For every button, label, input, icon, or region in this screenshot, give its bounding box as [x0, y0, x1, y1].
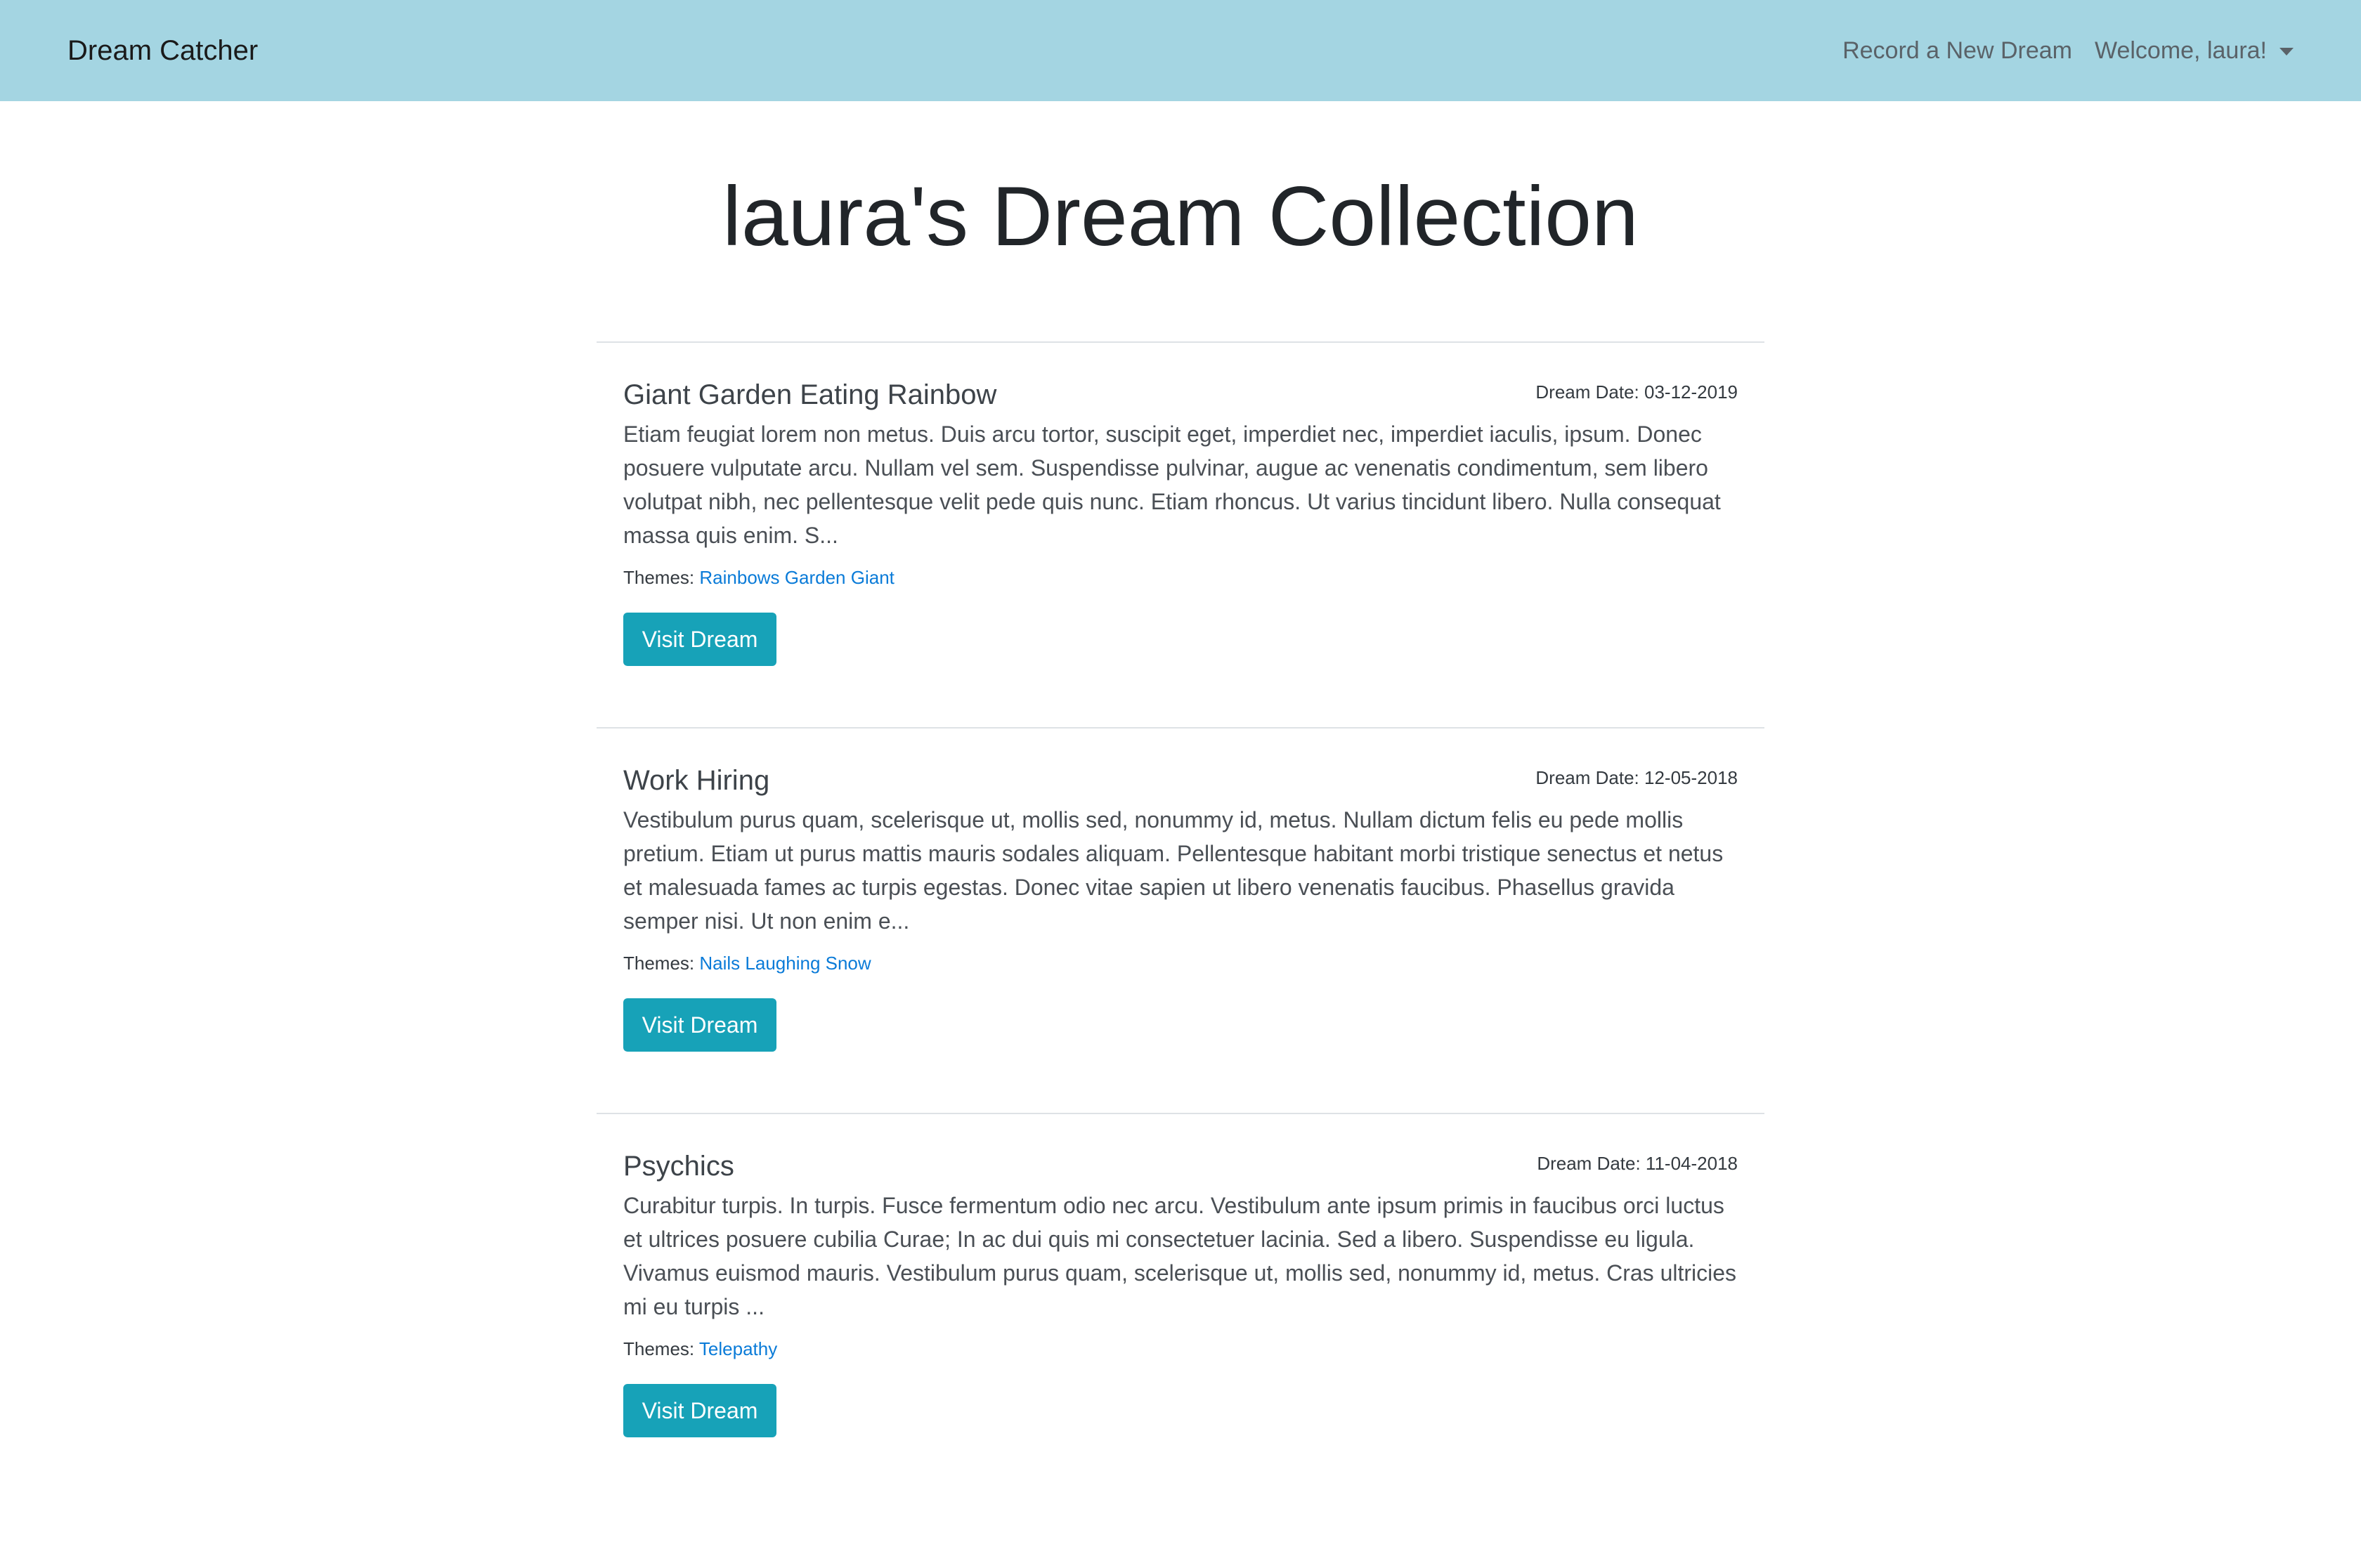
dream-card: Giant Garden Eating Rainbow Dream Date: …: [597, 341, 1764, 727]
visit-dream-button[interactable]: Visit Dream: [623, 1384, 776, 1437]
dream-excerpt: Etiam feugiat lorem non metus. Duis arcu…: [623, 422, 1721, 548]
brand-link[interactable]: Dream Catcher: [67, 31, 258, 70]
page-title: laura's Dream Collection: [722, 169, 1639, 263]
themes-label: Themes:: [623, 567, 695, 588]
chevron-down-icon: [2279, 47, 2294, 55]
dream-themes: Themes: Nails Laughing Snow: [623, 950, 871, 976]
dream-card: Psychics Dream Date: 11-04-2018 Curabitu…: [597, 1113, 1764, 1498]
navbar-right: Record a New Dream Welcome, laura!: [1842, 31, 2294, 70]
dream-title: Work Hiring: [623, 765, 770, 796]
dream-excerpt: Curabitur turpis. In turpis. Fusce ferme…: [623, 1193, 1737, 1319]
navbar: Dream Catcher Record a New Dream Welcome…: [0, 0, 2361, 101]
visit-dream-button[interactable]: Visit Dream: [623, 998, 776, 1052]
visit-dream-button[interactable]: Visit Dream: [623, 613, 776, 666]
theme-links[interactable]: Nails Laughing Snow: [699, 953, 871, 974]
dream-date: Dream Date: 03-12-2019: [1535, 381, 1738, 403]
welcome-label: Welcome, laura!: [2094, 37, 2267, 64]
dream-themes: Themes: Telepathy: [623, 1336, 777, 1361]
dream-list: Giant Garden Eating Rainbow Dream Date: …: [597, 341, 1764, 1498]
theme-links[interactable]: Rainbows Garden Giant: [699, 567, 894, 588]
dream-title: Psychics: [623, 1151, 734, 1182]
theme-links[interactable]: Telepathy: [699, 1338, 777, 1359]
user-menu-dropdown[interactable]: Welcome, laura!: [2095, 31, 2294, 70]
dream-date: Dream Date: 11-04-2018: [1537, 1153, 1738, 1174]
dream-themes: Themes: Rainbows Garden Giant: [623, 565, 895, 590]
dream-card: Work Hiring Dream Date: 12-05-2018 Vesti…: [597, 727, 1764, 1113]
dream-title: Giant Garden Eating Rainbow: [623, 379, 997, 410]
dream-excerpt: Vestibulum purus quam, scelerisque ut, m…: [623, 807, 1724, 934]
record-new-dream-link[interactable]: Record a New Dream: [1842, 31, 2072, 70]
dream-date: Dream Date: 12-05-2018: [1535, 767, 1738, 788]
themes-label: Themes:: [623, 953, 695, 974]
themes-label: Themes:: [623, 1338, 695, 1359]
